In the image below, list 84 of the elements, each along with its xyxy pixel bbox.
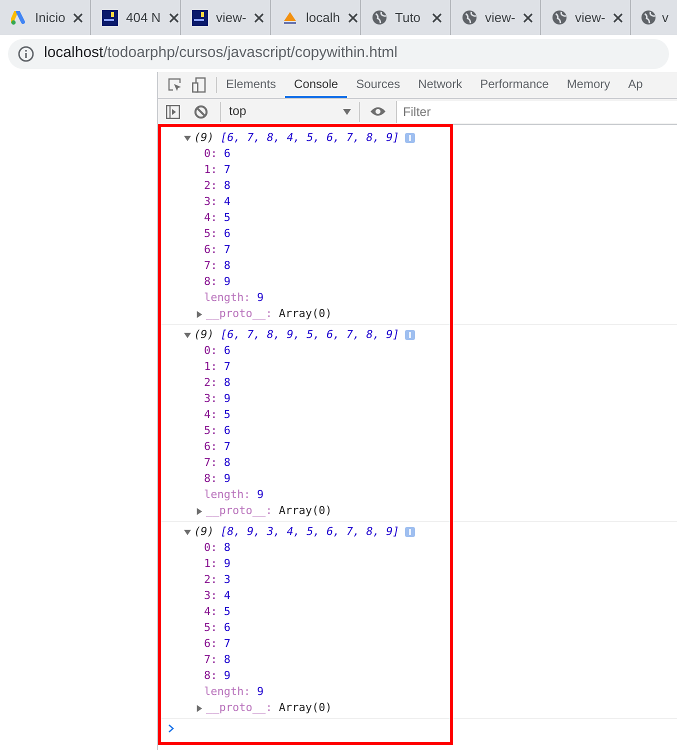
property-entry: 6: 7 (204, 439, 230, 455)
globe-icon (552, 10, 567, 25)
context-dropdown[interactable]: top (220, 102, 360, 122)
filter-field[interactable]: Filter (396, 100, 677, 122)
close-icon[interactable] (432, 12, 442, 22)
property-entry: 5: 6 (204, 620, 230, 636)
close-icon[interactable] (168, 12, 179, 22)
expanded-triangle-icon[interactable] (184, 134, 191, 142)
tab-title: view- (216, 8, 246, 27)
property-entry: 1: 7 (204, 359, 230, 375)
url-text: localhost/todoarphp/cursos/javascript/copywithin.html (44, 43, 398, 64)
property-entry: 1: 9 (204, 556, 230, 572)
property-entry: 8: 9 (204, 668, 230, 684)
property-entry: 2: 8 (204, 375, 230, 391)
sidebar-toggle-icon[interactable] (166, 104, 180, 118)
property-entry: 0: 6 (204, 343, 230, 359)
device-icon[interactable] (192, 77, 206, 93)
tab-title: Tuto (395, 8, 422, 27)
globe-icon (462, 10, 477, 25)
property-entry: 6: 7 (204, 242, 230, 258)
tab-title: localh (306, 8, 340, 27)
tab-title: v (662, 8, 670, 27)
property-entry: length: 9 (204, 290, 264, 306)
devtools-tab[interactable]: Elements (217, 72, 286, 98)
devtools-tab[interactable]: Ap (619, 72, 652, 98)
collapsed-triangle-icon[interactable] (196, 508, 203, 514)
property-entry: 7: 8 (204, 455, 230, 471)
property-entry: 7: 8 (204, 652, 230, 668)
tab-title: view- (575, 8, 606, 27)
close-icon[interactable] (348, 12, 358, 22)
globe-icon (372, 10, 387, 25)
browser-tab[interactable]: Inicio (0, 0, 90, 35)
square-logo-icon (102, 10, 118, 26)
tab-title: view- (485, 8, 516, 27)
devtools-tab[interactable]: Performance (471, 72, 558, 98)
eye-icon[interactable] (370, 106, 386, 117)
close-icon[interactable] (613, 12, 624, 22)
property-entry: length: 9 (204, 487, 264, 503)
close-icon[interactable] (73, 12, 84, 22)
globe-icon (641, 10, 656, 25)
property-entry: 5: 6 (204, 423, 230, 439)
expanded-triangle-icon[interactable] (184, 528, 191, 536)
property-entry: 2: 8 (204, 178, 230, 194)
property-entry: 4: 5 (204, 604, 230, 620)
property-entry[interactable]: __proto__: Array(0) (206, 503, 332, 519)
property-entry: 4: 5 (204, 210, 230, 226)
array-preview[interactable]: (9) [6, 7, 8, 9, 5, 6, 7, 8, 9] (194, 327, 400, 343)
property-entry: 7: 8 (204, 258, 230, 274)
info-icon[interactable] (18, 46, 34, 62)
property-entry: 3: 4 (204, 194, 230, 210)
dropdown-caret-icon (343, 108, 351, 114)
close-icon[interactable] (523, 12, 534, 22)
property-entry: 3: 4 (204, 588, 230, 604)
property-entry: 1: 7 (204, 162, 230, 178)
property-entry[interactable]: __proto__: Array(0) (206, 700, 332, 716)
property-entry: 3: 9 (204, 391, 230, 407)
square-logo-icon (192, 10, 208, 26)
prompt-chevron-icon (168, 724, 174, 732)
tab-title: Inicio (35, 8, 66, 27)
devtools-tab[interactable]: Memory (558, 72, 620, 98)
close-icon[interactable] (254, 12, 264, 22)
address-bar[interactable]: localhost/todoarphp/cursos/javascript/copywithin.html (8, 38, 669, 68)
devtools-tab[interactable]: Sources (347, 72, 410, 98)
devtools-tab[interactable]: Network (409, 72, 472, 98)
collapsed-triangle-icon[interactable] (196, 704, 203, 712)
property-entry: 5: 6 (204, 226, 230, 242)
array-preview[interactable]: (9) [8, 9, 3, 4, 5, 6, 7, 8, 9] (194, 524, 400, 540)
property-entry[interactable]: __proto__: Array(0) (206, 306, 332, 322)
sail-logo-icon (282, 10, 298, 24)
property-entry: 0: 8 (204, 540, 230, 556)
logo-icon (11, 10, 27, 24)
property-entry: 4: 5 (204, 407, 230, 423)
inspect-icon[interactable] (168, 78, 182, 92)
property-entry: 8: 9 (204, 274, 230, 290)
property-entry: 0: 6 (204, 146, 230, 162)
property-entry: length: 9 (204, 684, 264, 700)
property-entry: 6: 7 (204, 636, 230, 652)
property-entry: 8: 9 (204, 471, 230, 487)
property-entry: 2: 3 (204, 572, 230, 588)
expanded-triangle-icon[interactable] (184, 332, 191, 338)
clear-console-icon[interactable] (194, 104, 208, 118)
array-preview[interactable]: (9) [6, 7, 8, 4, 5, 6, 7, 8, 9] (194, 130, 400, 146)
tab-title: 404 N (126, 8, 161, 27)
collapsed-triangle-icon[interactable] (196, 310, 203, 318)
